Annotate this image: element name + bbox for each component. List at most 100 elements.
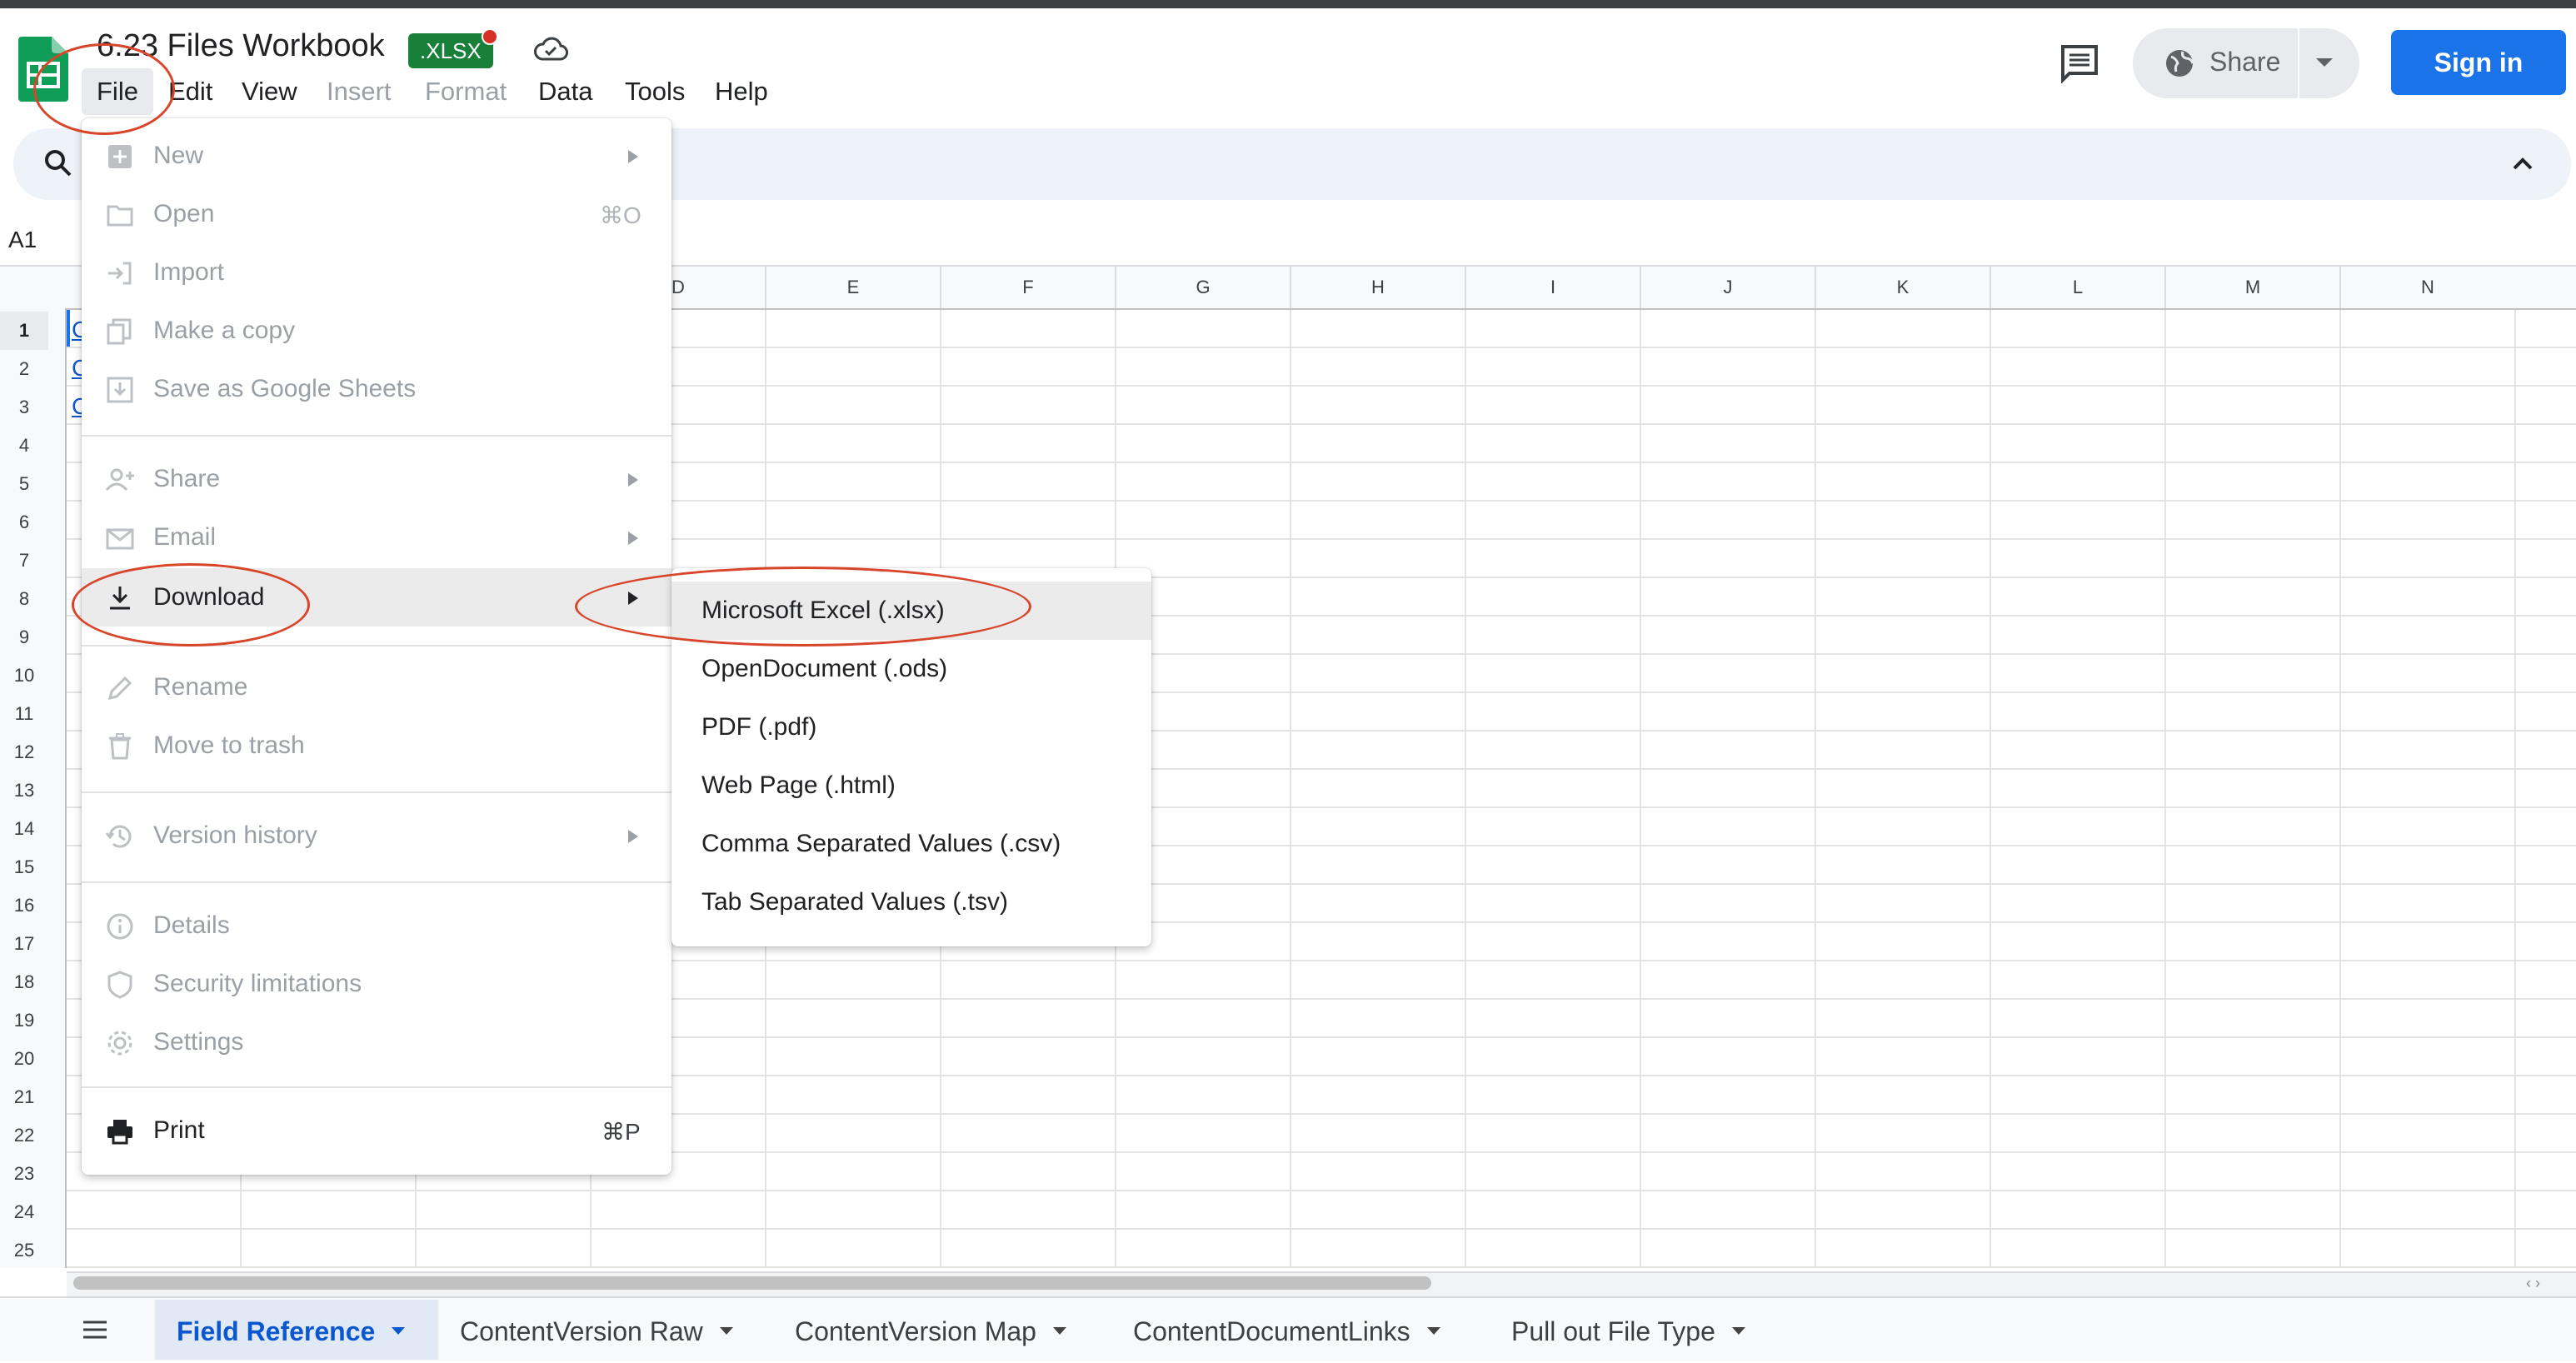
- file-menu-move-to-trash[interactable]: Move to trash: [153, 731, 305, 760]
- row-header-3[interactable]: 3: [0, 388, 48, 427]
- import-icon: [105, 258, 135, 288]
- chevron-down-icon[interactable]: [392, 1327, 406, 1336]
- row-header-2[interactable]: 2: [0, 350, 48, 388]
- file-menu-rename[interactable]: Rename: [153, 673, 247, 701]
- file-menu-open[interactable]: Open: [153, 200, 214, 228]
- row-header-18[interactable]: 18: [0, 963, 48, 1001]
- sheet-tab-label: ContentVersion Raw: [460, 1316, 703, 1346]
- row-header-15[interactable]: 15: [0, 848, 48, 886]
- column-header-h[interactable]: H: [1290, 267, 1465, 308]
- column-header-e[interactable]: E: [765, 267, 940, 308]
- row-header-12[interactable]: 12: [0, 733, 48, 771]
- column-header-n[interactable]: N: [2339, 267, 2514, 308]
- row-header-20[interactable]: 20: [0, 1040, 48, 1078]
- sheet-tab-field-reference[interactable]: Field Reference: [155, 1300, 438, 1360]
- sheet-tab-label: ContentDocumentLinks: [1133, 1316, 1410, 1346]
- chevron-down-icon[interactable]: [1052, 1327, 1066, 1336]
- pencil-icon: [105, 673, 135, 703]
- file-menu-make-a-copy[interactable]: Make a copy: [153, 317, 295, 345]
- file-menu-print[interactable]: Print: [153, 1116, 205, 1145]
- scrollbar-thumb[interactable]: [73, 1276, 1431, 1290]
- menu-format[interactable]: Format: [425, 77, 507, 107]
- column-header-m[interactable]: M: [2164, 267, 2339, 308]
- column-header-g[interactable]: G: [1115, 267, 1290, 308]
- menu-divider: [82, 435, 671, 437]
- menu-view[interactable]: View: [242, 77, 297, 107]
- file-menu-settings[interactable]: Settings: [153, 1028, 243, 1056]
- row-header-19[interactable]: 19: [0, 1001, 48, 1040]
- column-header-i[interactable]: I: [1465, 267, 1640, 308]
- row-header-9[interactable]: 9: [0, 618, 48, 657]
- row-header-17[interactable]: 17: [0, 925, 48, 963]
- sheet-tab-contentversion-map[interactable]: ContentVersion Map: [795, 1300, 1066, 1360]
- file-menu-details[interactable]: Details: [153, 911, 230, 940]
- row-header-4[interactable]: 4: [0, 427, 48, 465]
- chevron-down-icon[interactable]: [719, 1327, 733, 1336]
- search-icon[interactable]: [42, 147, 75, 180]
- file-menu-email[interactable]: Email: [153, 523, 216, 552]
- download-option-csv[interactable]: Comma Separated Values (.csv): [701, 830, 1061, 858]
- row-header-8[interactable]: 8: [0, 580, 48, 618]
- chevron-down-icon[interactable]: [2316, 58, 2333, 67]
- row-header-1[interactable]: 1: [0, 312, 48, 350]
- menu-data[interactable]: Data: [538, 77, 592, 107]
- copy-icon: [105, 317, 135, 347]
- scroll-arrows-icon[interactable]: ‹ ›: [2526, 1275, 2540, 1292]
- comments-icon[interactable]: [2058, 43, 2101, 84]
- sheet-tab-contentdocumentlinks[interactable]: ContentDocumentLinks: [1133, 1300, 1440, 1360]
- download-option-pdf[interactable]: PDF (.pdf): [701, 713, 816, 741]
- name-box[interactable]: A1: [8, 227, 37, 253]
- globe-icon: [2163, 47, 2196, 80]
- row-header-21[interactable]: 21: [0, 1078, 48, 1116]
- sheet-tab-pull-out-file-type[interactable]: Pull out File Type: [1511, 1300, 1745, 1360]
- file-menu-share[interactable]: Share: [153, 465, 220, 493]
- column-header-k[interactable]: K: [1815, 267, 1989, 308]
- share-button-label: Share: [2209, 47, 2281, 77]
- row-header-13[interactable]: 13: [0, 771, 48, 810]
- row-header-23[interactable]: 23: [0, 1155, 48, 1193]
- row-header-11[interactable]: 11: [0, 695, 48, 733]
- sheet-tab-contentversion-raw[interactable]: ContentVersion Raw: [460, 1300, 733, 1360]
- file-menu-import[interactable]: Import: [153, 258, 224, 287]
- row-header-5[interactable]: 5: [0, 465, 48, 503]
- chevron-down-icon[interactable]: [1426, 1327, 1440, 1336]
- column-header-f[interactable]: F: [940, 267, 1115, 308]
- file-menu-version-history[interactable]: Version history: [153, 821, 317, 850]
- row-header-24[interactable]: 24: [0, 1193, 48, 1231]
- print-icon: [105, 1116, 135, 1146]
- menu-edit[interactable]: Edit: [168, 77, 212, 107]
- file-menu-new[interactable]: New: [153, 142, 203, 170]
- sign-in-button[interactable]: Sign in: [2391, 30, 2566, 95]
- chevron-down-icon[interactable]: [1731, 1327, 1745, 1336]
- file-menu-security-limitations[interactable]: Security limitations: [153, 970, 362, 998]
- cloud-saved-icon[interactable]: [533, 37, 568, 62]
- window-top-strip: [0, 0, 2576, 8]
- row-header-25[interactable]: 25: [0, 1231, 48, 1270]
- menu-divider: [82, 881, 671, 883]
- column-header-l[interactable]: L: [1989, 267, 2164, 308]
- active-cell-indicator: [67, 310, 70, 347]
- submenu-arrow-icon: [628, 532, 638, 545]
- history-icon: [105, 821, 135, 851]
- column-header-j[interactable]: J: [1640, 267, 1815, 308]
- email-icon: [105, 523, 135, 553]
- folder-icon: [105, 200, 135, 230]
- menu-insert[interactable]: Insert: [327, 77, 392, 107]
- all-sheets-menu-icon[interactable]: [80, 1318, 110, 1341]
- row-header-16[interactable]: 16: [0, 886, 48, 925]
- download-option-html[interactable]: Web Page (.html): [701, 771, 896, 800]
- file-menu-save-as-google-sheets[interactable]: Save as Google Sheets: [153, 375, 416, 403]
- row-header-22[interactable]: 22: [0, 1116, 48, 1155]
- row-header-6[interactable]: 6: [0, 503, 48, 542]
- row-header-7[interactable]: 7: [0, 542, 48, 580]
- chevron-up-icon[interactable]: [2508, 152, 2538, 177]
- download-option-ods[interactable]: OpenDocument (.ods): [701, 655, 947, 683]
- download-option-tsv[interactable]: Tab Separated Values (.tsv): [701, 888, 1008, 916]
- menu-tools[interactable]: Tools: [625, 77, 685, 107]
- menu-help[interactable]: Help: [715, 77, 768, 107]
- submenu-arrow-icon: [628, 830, 638, 843]
- row-header-14[interactable]: 14: [0, 810, 48, 848]
- row-header-10[interactable]: 10: [0, 657, 48, 695]
- sheet-tab-label: ContentVersion Map: [795, 1316, 1036, 1346]
- sheet-tab-label: Field Reference: [177, 1316, 376, 1346]
